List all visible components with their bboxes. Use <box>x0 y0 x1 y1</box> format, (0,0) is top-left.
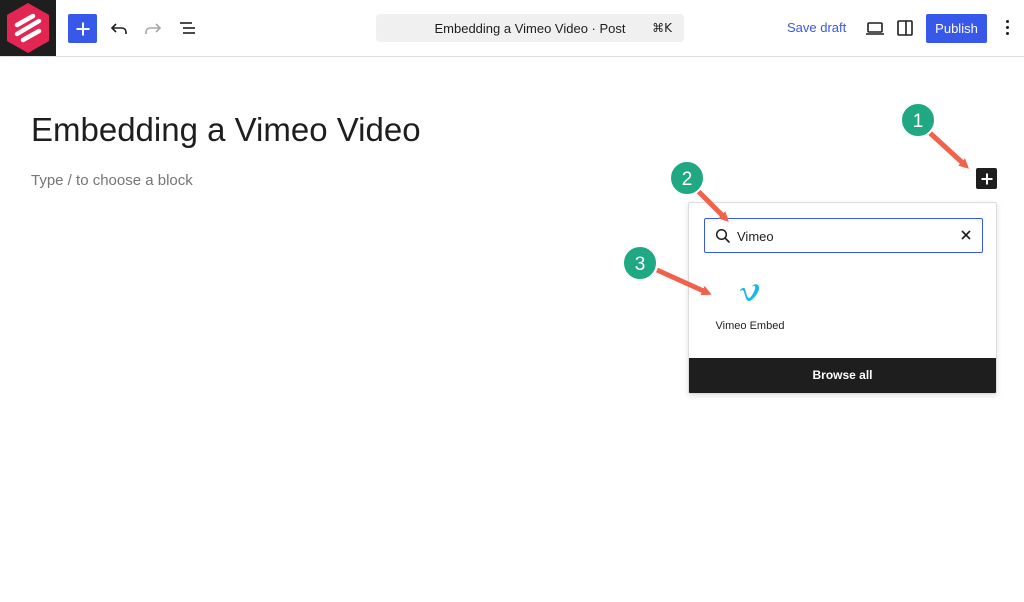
callout-badge-2: 2 <box>669 160 705 196</box>
block-placeholder[interactable]: Type / to choose a block <box>31 172 193 189</box>
editor-toolbar: Embedding a Vimeo Video · Post ⌘K Save d… <box>0 0 1024 57</box>
search-icon <box>715 228 730 243</box>
svg-text:2: 2 <box>682 169 693 190</box>
undo-icon[interactable] <box>107 16 131 40</box>
callout-badge-3: 3 <box>622 245 658 281</box>
more-options-icon[interactable] <box>1001 18 1013 38</box>
command-palette-shortcut: ⌘K <box>652 21 672 35</box>
block-inserter-toggle[interactable] <box>68 14 97 43</box>
block-search-input[interactable] <box>737 227 937 245</box>
block-result-label: Vimeo Embed <box>715 320 785 332</box>
document-bar[interactable]: Embedding a Vimeo Video · Post ⌘K <box>376 14 684 42</box>
browse-all-button[interactable]: Browse all <box>689 358 996 393</box>
redo-icon[interactable] <box>141 16 165 40</box>
vimeo-icon <box>740 284 760 301</box>
list-view-icon[interactable] <box>176 16 200 40</box>
save-draft-button[interactable]: Save draft <box>787 20 846 35</box>
close-icon[interactable] <box>960 229 972 241</box>
add-block-button[interactable] <box>976 168 997 189</box>
svg-text:3: 3 <box>635 254 646 275</box>
sidebar-toggle-icon[interactable] <box>893 16 917 40</box>
block-inserter-popover: Vimeo Embed Browse all <box>688 202 997 394</box>
callout-badge-1: 1 <box>900 102 936 138</box>
callout-arrow-1 <box>928 131 969 169</box>
vimeo-embed-block-result[interactable]: Vimeo Embed <box>707 283 793 337</box>
logo-icon[interactable] <box>0 0 56 56</box>
desktop-preview-icon[interactable] <box>863 16 887 40</box>
document-title: Embedding a Vimeo Video · Post <box>434 21 626 36</box>
block-search-box <box>704 218 983 253</box>
post-title[interactable]: Embedding a Vimeo Video <box>31 111 421 149</box>
svg-text:1: 1 <box>913 111 924 132</box>
publish-button[interactable]: Publish <box>926 14 987 43</box>
